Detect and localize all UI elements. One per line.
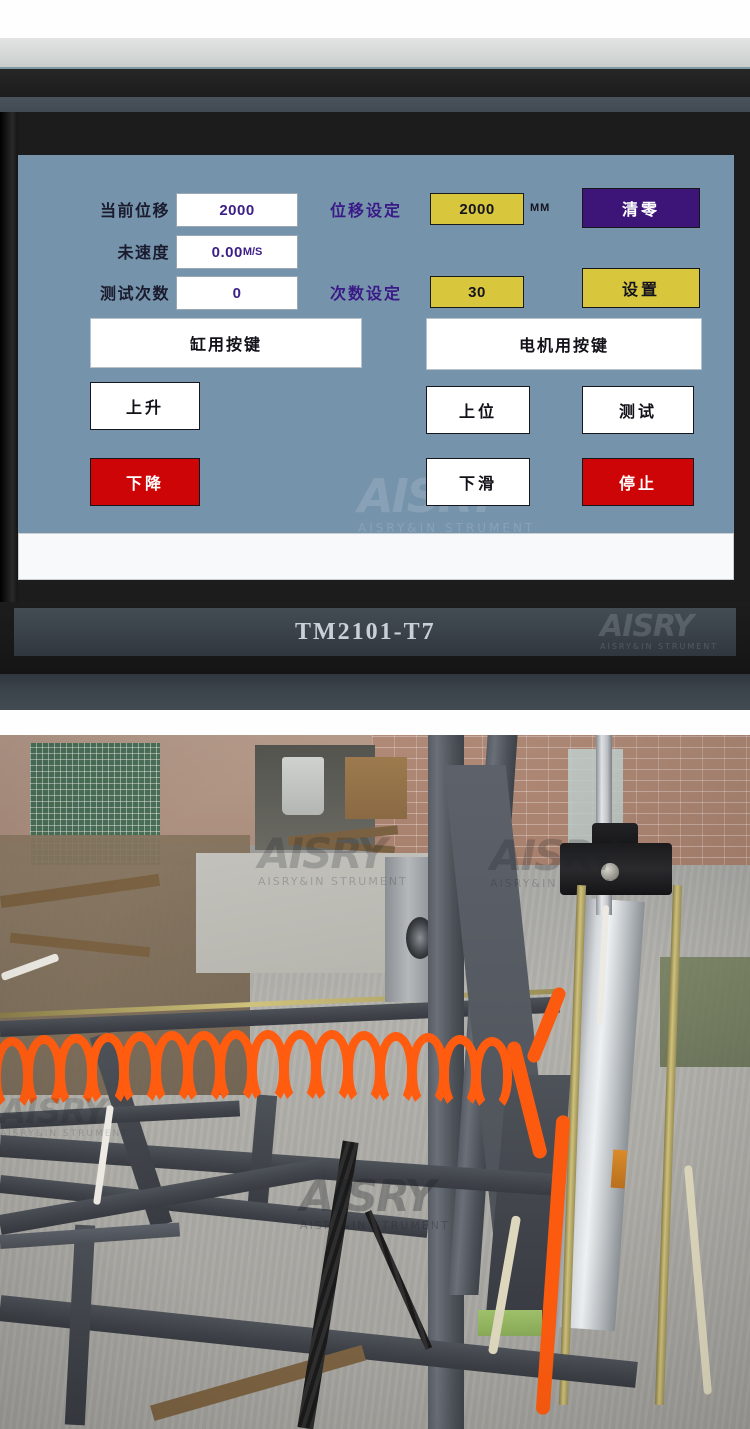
stop-button[interactable]: 停止 bbox=[582, 458, 694, 506]
housing-band-light bbox=[0, 38, 750, 68]
motor-upper-position-button-label: 上位 bbox=[458, 402, 497, 421]
readout-speed: 0.00 M/S bbox=[176, 235, 298, 269]
input-displacement-setting-value: 2000 bbox=[459, 200, 495, 218]
test-button[interactable]: 测试 bbox=[582, 386, 694, 434]
label-speed: 未速度 bbox=[117, 243, 170, 262]
cylinder-rise-button[interactable]: 上升 bbox=[90, 382, 200, 430]
cylinder-rise-button-label: 上升 bbox=[125, 398, 164, 417]
label-current-displacement: 当前位移 bbox=[99, 201, 170, 220]
label-displacement-setting: 位移设定 bbox=[330, 201, 403, 220]
group-header-cylinder-label: 缸用按键 bbox=[189, 335, 262, 354]
housing-band-black-upper bbox=[0, 69, 750, 97]
group-header-motor-label: 电机用按键 bbox=[518, 336, 609, 355]
clear-zero-button[interactable]: 清零 bbox=[582, 188, 700, 228]
readout-test-count: 0 bbox=[176, 276, 298, 310]
device-model-label: TM2101-T7 bbox=[295, 619, 436, 645]
motor-slide-down-button-label: 下滑 bbox=[458, 474, 497, 493]
cylinder-lower-button-label: 下降 bbox=[125, 474, 164, 493]
readout-speed-unit: M/S bbox=[242, 246, 263, 258]
unit-mm-label: MM bbox=[530, 202, 551, 214]
device-photo: AISRY AISRY&IN STRUMENT 当前位移 2000 位移设定 2… bbox=[0, 0, 750, 735]
test-button-label: 测试 bbox=[618, 402, 657, 421]
cylinder-lower-button[interactable]: 下降 bbox=[90, 458, 200, 506]
motor-slide-down-button[interactable]: 下滑 bbox=[426, 458, 530, 506]
stop-button-label: 停止 bbox=[618, 474, 657, 493]
machine-installation-photo: AISRY AISRY&IN STRUMENT AISRY AISRY&IN S… bbox=[0, 735, 750, 1429]
clear-zero-button-label: 清零 bbox=[621, 200, 660, 219]
readout-current-displacement: 2000 bbox=[176, 193, 298, 227]
input-displacement-setting[interactable]: 2000 bbox=[430, 193, 524, 225]
hmi-status-bar bbox=[18, 533, 734, 580]
photo-divider-margin bbox=[0, 710, 750, 735]
label-count-setting: 次数设定 bbox=[330, 284, 403, 303]
label-test-count: 测试次数 bbox=[99, 284, 170, 303]
readout-speed-value: 0.00 bbox=[211, 243, 243, 261]
input-count-setting[interactable]: 30 bbox=[430, 276, 524, 308]
hmi-touch-panel[interactable]: AISRY AISRY&IN STRUMENT 当前位移 2000 位移设定 2… bbox=[18, 155, 734, 580]
bezel-left-edge bbox=[0, 112, 18, 602]
photo-vignette bbox=[0, 735, 750, 1429]
photo-top-margin bbox=[0, 0, 750, 38]
set-button-label: 设置 bbox=[621, 280, 660, 299]
readout-test-count-value: 0 bbox=[232, 284, 242, 302]
motor-upper-position-button[interactable]: 上位 bbox=[426, 386, 530, 434]
readout-current-displacement-value: 2000 bbox=[219, 201, 255, 219]
group-header-cylinder: 缸用按键 bbox=[90, 318, 362, 368]
set-button[interactable]: 设置 bbox=[582, 268, 700, 308]
input-count-setting-value: 30 bbox=[468, 283, 486, 301]
device-base-shadow bbox=[0, 674, 750, 710]
group-header-motor: 电机用按键 bbox=[426, 318, 702, 370]
